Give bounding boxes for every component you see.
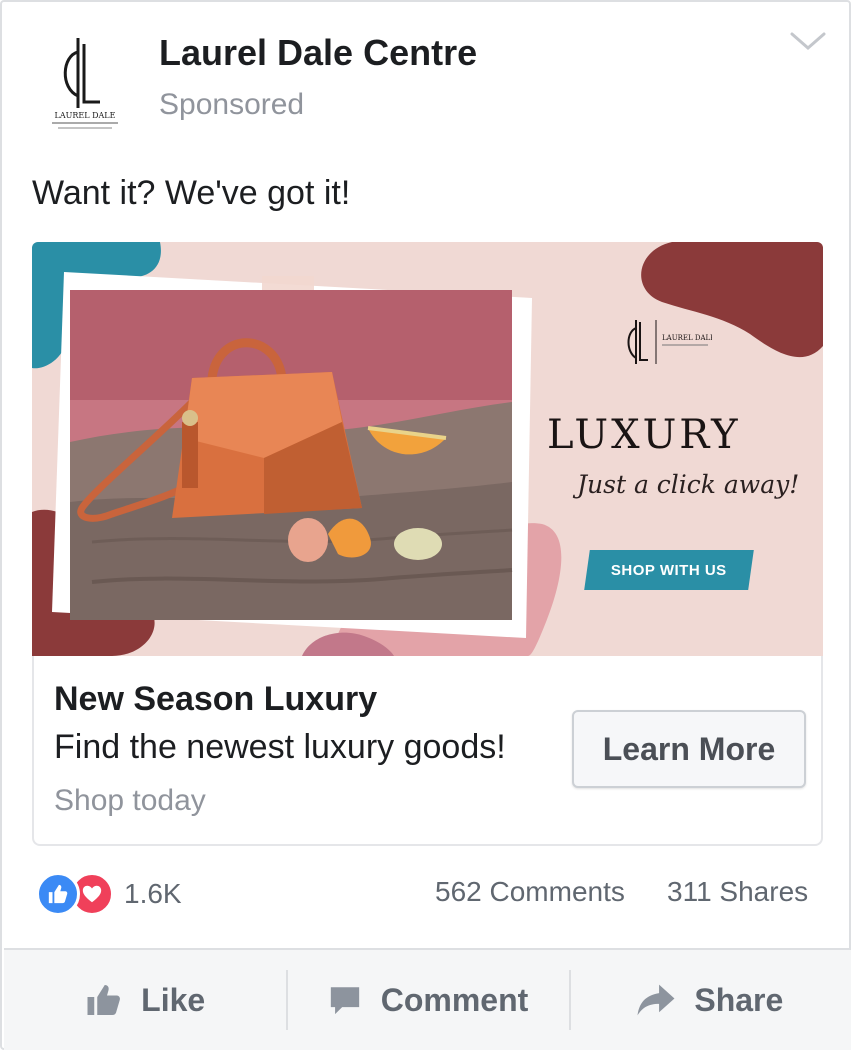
comment-button[interactable]: Comment <box>286 950 568 1050</box>
chevron-down-icon[interactable] <box>788 30 828 54</box>
link-description: Find the newest luxury goods! <box>54 728 506 766</box>
reaction-count: 1.6K <box>124 878 182 909</box>
reactions-summary[interactable]: 1.6K <box>36 872 182 916</box>
link-preview[interactable]: New Season Luxury Find the newest luxury… <box>32 656 823 846</box>
share-arrow-icon <box>637 984 675 1016</box>
comment-button-label: Comment <box>380 981 529 1018</box>
share-button[interactable]: Share <box>568 950 851 1050</box>
ad-headline: LUXURY <box>547 412 741 458</box>
thumbs-up-icon <box>87 985 121 1015</box>
link-subtext: Shop today <box>54 784 206 817</box>
action-bar: Like Comment Share <box>4 948 851 1050</box>
brand-logo-text: LAUREL DALE <box>662 334 712 342</box>
brand-logo: LAUREL DALE <box>622 314 712 370</box>
shares-count-link[interactable]: 311 Shares <box>667 876 808 908</box>
share-button-label: Share <box>694 981 784 1018</box>
learn-more-button[interactable]: Learn More <box>572 710 806 788</box>
ad-post-card: LAUREL DALE Laurel Dale Centre Sponsored… <box>0 0 851 1050</box>
post-text: Want it? We've got it! <box>32 174 351 212</box>
like-button[interactable]: Like <box>4 950 286 1050</box>
shop-with-us-label: SHOP WITH US <box>611 561 727 579</box>
sponsored-label[interactable]: Sponsored <box>159 88 304 122</box>
logo-text: LAUREL DALE <box>55 111 116 120</box>
like-button-label: Like <box>141 981 206 1018</box>
link-headline[interactable]: New Season Luxury <box>54 680 377 719</box>
shop-with-us-button[interactable]: SHOP WITH US <box>584 550 754 590</box>
ad-image[interactable]: LAUREL DALE LUXURY Just a click away! SH… <box>32 242 823 656</box>
comment-icon <box>330 987 359 1015</box>
page-logo[interactable]: LAUREL DALE <box>42 30 128 140</box>
comments-count-link[interactable]: 562 Comments <box>435 876 625 908</box>
like-icon <box>36 872 80 916</box>
ad-tagline: Just a click away! <box>577 470 800 499</box>
page-name-link[interactable]: Laurel Dale Centre <box>159 32 477 74</box>
